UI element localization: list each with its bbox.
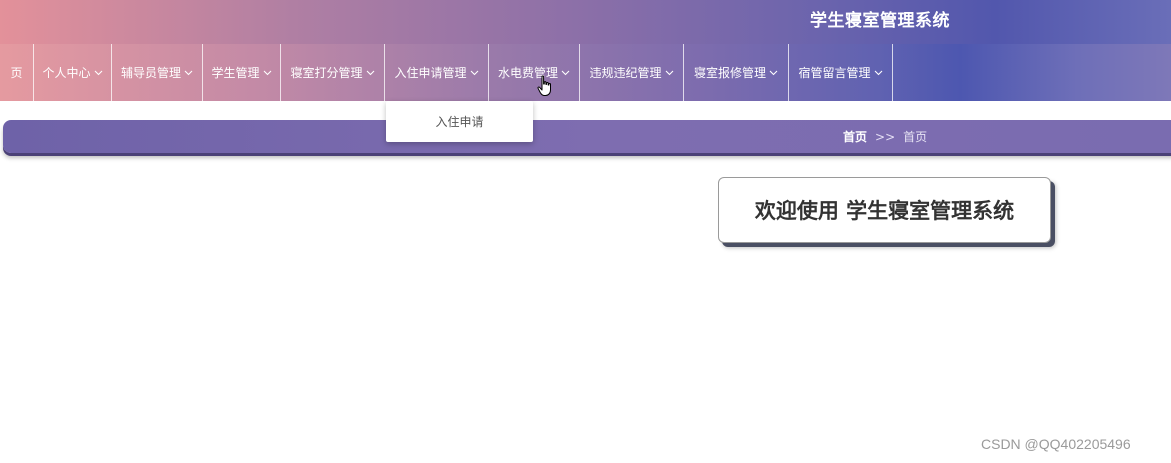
nav-item-student[interactable]: 学生管理 (203, 44, 281, 101)
page: 学生寝室管理系统 页 个人中心 辅导员管理 学生管理 寝室打分管理 入住申请管理… (0, 0, 1171, 463)
chevron-down-icon (665, 68, 674, 77)
welcome-card: 欢迎使用 学生寝室管理系统 (718, 177, 1051, 243)
nav-item-label: 学生管理 (211, 66, 260, 80)
nav-item-checkin-application[interactable]: 入住申请管理 (385, 44, 489, 101)
chevron-down-icon (561, 68, 570, 77)
watermark: CSDN @QQ402205496 (981, 436, 1131, 452)
chevron-down-icon (366, 68, 375, 77)
nav-item-utility-fee[interactable]: 水电费管理 (489, 44, 580, 101)
nav-item-home[interactable]: 页 (0, 44, 34, 101)
breadcrumb-current: 首页 (903, 130, 928, 144)
breadcrumb: 首页 >> 首页 (843, 128, 927, 145)
breadcrumb-separator: >> (875, 130, 896, 144)
nav-item-message[interactable]: 宿管留言管理 (789, 44, 893, 101)
checkin-dropdown-menu: 入住申请 (386, 101, 533, 142)
chevron-down-icon (263, 68, 272, 77)
chevron-down-icon (874, 68, 883, 77)
welcome-text: 欢迎使用 学生寝室管理系统 (754, 199, 1015, 223)
nav-item-repair[interactable]: 寝室报修管理 (684, 44, 789, 101)
nav-item-label: 宿管留言管理 (798, 66, 871, 80)
nav-item-personal-center[interactable]: 个人中心 (34, 44, 112, 101)
nav-item-label: 入住申请管理 (394, 66, 467, 80)
nav-item-dorm-score[interactable]: 寝室打分管理 (281, 44, 385, 101)
dropdown-item-checkin-application[interactable]: 入住申请 (435, 113, 483, 130)
header-banner: 学生寝室管理系统 (0, 0, 1171, 44)
nav-item-label: 页 (10, 66, 23, 80)
nav-item-label: 辅导员管理 (120, 66, 181, 80)
hand-cursor-icon (537, 75, 555, 101)
site-title: 学生寝室管理系统 (810, 11, 950, 31)
nav-item-label: 违规违纪管理 (589, 66, 662, 80)
breadcrumb-home-link[interactable]: 首页 (843, 130, 867, 144)
nav-item-label: 个人中心 (42, 66, 91, 80)
nav-item-label: 寝室打分管理 (290, 66, 363, 80)
breadcrumb-bar: 首页 >> 首页 (3, 120, 1171, 153)
main-nav: 页 个人中心 辅导员管理 学生管理 寝室打分管理 入住申请管理 水电费管理 违规… (0, 44, 1171, 101)
nav-item-counselor[interactable]: 辅导员管理 (112, 44, 203, 101)
chevron-down-icon (470, 68, 479, 77)
chevron-down-icon (94, 68, 103, 77)
nav-item-violation[interactable]: 违规违纪管理 (580, 44, 684, 101)
chevron-down-icon (184, 68, 193, 77)
chevron-down-icon (769, 68, 778, 77)
nav-item-label: 寝室报修管理 (693, 66, 766, 80)
